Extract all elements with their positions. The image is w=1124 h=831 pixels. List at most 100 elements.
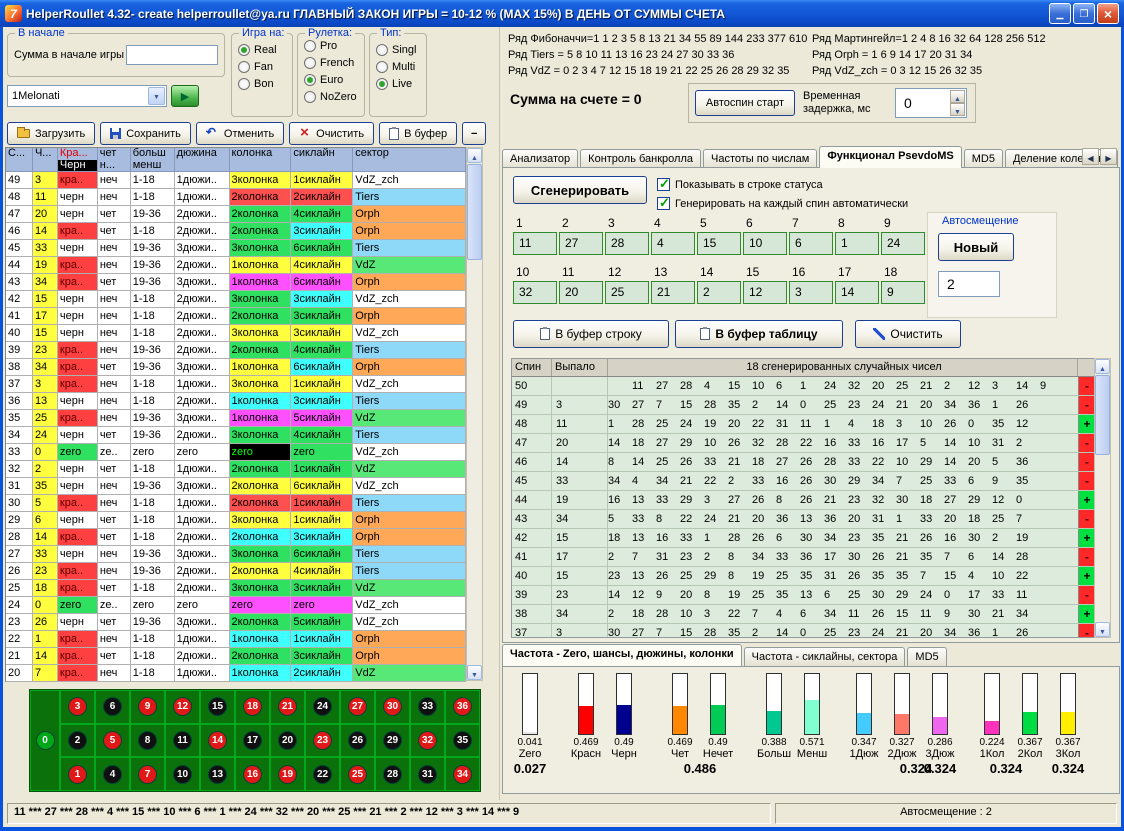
table-row[interactable]: 4811черннеч1-181дюжи..2колонка2сиклайнTi… <box>6 189 466 206</box>
statusline-checkbox-row[interactable]: Показывать в строке статуса <box>657 178 823 191</box>
board-cell-11[interactable]: 11 <box>165 724 200 758</box>
radio-option-Multi[interactable]: Multi <box>376 61 426 73</box>
play-button[interactable] <box>171 85 199 107</box>
generated-number-cell[interactable]: 2 <box>697 281 741 304</box>
scroll-down-icon[interactable] <box>467 665 482 680</box>
toolbar-button-disk[interactable]: Сохранить <box>100 122 191 145</box>
tab-1[interactable]: Анализатор <box>502 149 578 168</box>
close-button[interactable] <box>1097 3 1119 24</box>
board-cell-3[interactable]: 3 <box>60 690 95 724</box>
radio-option-Singl[interactable]: Singl <box>376 44 426 56</box>
table-row[interactable]: 4334кра..чет19-363дюжи..1колонка6сиклайн… <box>6 274 466 291</box>
generated-row[interactable]: 46148142526332118272628332210291420536- <box>512 453 1110 472</box>
board-cell-36[interactable]: 36 <box>445 690 480 724</box>
tab-1[interactable]: Частота - Zero, шансы, дюжины, колонки <box>502 644 742 666</box>
table-row[interactable]: 240zeroze..zerozerozerozeroVdZ_zch <box>6 597 466 614</box>
checkbox-checked-icon[interactable] <box>657 178 670 191</box>
table-row[interactable]: 3135черннеч19-363дюжи..2колонка6сиклайнV… <box>6 478 466 495</box>
table-row[interactable]: 3525кра..неч19-363дюжи..1колонка5сиклайн… <box>6 410 466 427</box>
board-cell-6[interactable]: 6 <box>95 690 130 724</box>
preset-combobox[interactable]: 1Melonati <box>7 85 167 107</box>
table-row[interactable]: 4614кра..чет1-182дюжи..2колонка3сиклайнO… <box>6 223 466 240</box>
table-row[interactable]: 4117черннеч1-182дюжи..2колонка3сиклайнOr… <box>6 308 466 325</box>
generated-table-scrollbar[interactable] <box>1094 358 1111 638</box>
autogenerate-checkbox-row[interactable]: Генерировать на каждый спин автоматическ… <box>657 197 908 210</box>
autoshift-value-input[interactable]: 2 <box>938 271 1000 297</box>
radio-option-Real[interactable]: Real <box>238 44 292 56</box>
table-row[interactable]: 3923кра..неч19-362дюжи..2колонка4сиклайн… <box>6 342 466 359</box>
board-cell-21[interactable]: 21 <box>270 690 305 724</box>
tab-3[interactable]: Частоты по числам <box>703 149 817 168</box>
board-cell-9[interactable]: 9 <box>130 690 165 724</box>
board-cell-24[interactable]: 24 <box>305 690 340 724</box>
new-button[interactable]: Новый <box>938 233 1014 261</box>
board-cell-30[interactable]: 30 <box>375 690 410 724</box>
minimize-button[interactable] <box>1049 3 1071 24</box>
table-row[interactable]: 2733черннеч19-363дюжи..3колонка6сиклайнT… <box>6 546 466 563</box>
table-row[interactable]: 296чернчет1-181дюжи..3колонка1сиклайнOrp… <box>6 512 466 529</box>
clear-generated-button[interactable]: Очистить <box>855 320 961 348</box>
start-sum-input[interactable] <box>126 45 218 65</box>
generated-number-cell[interactable]: 6 <box>789 232 833 255</box>
generated-row[interactable]: 50112728415106124322025212123149- <box>512 377 1110 396</box>
chevron-down-icon[interactable] <box>148 87 165 105</box>
generated-row[interactable]: 48111282524192022311114183102603512+ <box>512 415 1110 434</box>
board-cell-23[interactable]: 23 <box>305 724 340 758</box>
history-scrollbar[interactable] <box>466 147 483 681</box>
board-cell-22[interactable]: 22 <box>305 757 340 791</box>
spinner-down-icon[interactable] <box>950 103 965 116</box>
generated-number-cell[interactable]: 3 <box>789 281 833 304</box>
column-header-spin[interactable]: Спин <box>512 359 552 376</box>
column-header[interactable]: Кра...Черн <box>58 148 98 172</box>
table-row[interactable]: 330zeroze..zerozerozerozeroVdZ_zch <box>6 444 466 461</box>
table-row[interactable]: 207кра..неч1-181дюжи..1колонка2сиклайнVd… <box>6 665 466 682</box>
generated-number-cell[interactable]: 27 <box>559 232 603 255</box>
table-row[interactable]: 221кра..неч1-181дюжи..1колонка1сиклайнOr… <box>6 631 466 648</box>
autospin-start-button[interactable]: Автоспин старт <box>695 90 795 116</box>
table-row[interactable]: 305кра..неч1-181дюжи..2колонка1сиклайнTi… <box>6 495 466 512</box>
board-cell-7[interactable]: 7 <box>130 757 165 791</box>
board-cell-20[interactable]: 20 <box>270 724 305 758</box>
table-row[interactable]: 3424чернчет19-362дюжи..3колонка4сиклайнT… <box>6 427 466 444</box>
board-cell-1[interactable]: 1 <box>60 757 95 791</box>
board-cell-8[interactable]: 8 <box>130 724 165 758</box>
board-cell-34[interactable]: 34 <box>445 757 480 791</box>
board-cell-17[interactable]: 17 <box>235 724 270 758</box>
delay-spinner[interactable]: 0 <box>895 88 967 118</box>
scroll-up-icon[interactable] <box>1095 359 1110 374</box>
board-cell-12[interactable]: 12 <box>165 690 200 724</box>
toolbar-button-folder[interactable]: Загрузить <box>7 122 95 145</box>
board-cell-18[interactable]: 18 <box>235 690 270 724</box>
toolbar-button-undo[interactable]: Отменить <box>196 122 284 145</box>
toolbar-button-clipboard[interactable]: В буфер <box>379 122 457 145</box>
scrollbar-thumb[interactable] <box>1095 375 1110 455</box>
generated-number-cell[interactable]: 20 <box>559 281 603 304</box>
board-cell-14[interactable]: 14 <box>200 724 235 758</box>
column-header[interactable]: дюжина <box>175 148 230 172</box>
column-header-result[interactable] <box>1078 359 1095 376</box>
tab-3[interactable]: MD5 <box>907 647 946 666</box>
radio-option-French[interactable]: French <box>304 57 364 69</box>
radio-option-Fan[interactable]: Fan <box>238 61 292 73</box>
generated-number-cell[interactable]: 11 <box>513 232 557 255</box>
board-cell-19[interactable]: 19 <box>270 757 305 791</box>
radio-option-Bon[interactable]: Bon <box>238 78 292 90</box>
generated-row[interactable]: 49330277152835214025232421203436126- <box>512 396 1110 415</box>
table-row[interactable]: 322чернчет1-181дюжи..2колонка1сиклайнVdZ <box>6 461 466 478</box>
table-row[interactable]: 3834кра..чет19-363дюжи..1колонка6сиклайн… <box>6 359 466 376</box>
board-cell-27[interactable]: 27 <box>340 690 375 724</box>
tab-2[interactable]: Частота - сиклайны, сектора <box>744 647 906 666</box>
board-cell-33[interactable]: 33 <box>410 690 445 724</box>
generated-row[interactable]: 45333443421222331626302934725336935- <box>512 472 1110 491</box>
generated-number-cell[interactable]: 10 <box>743 232 787 255</box>
maximize-button[interactable] <box>1073 3 1095 24</box>
copy-row-button[interactable]: В буфер строку <box>513 320 669 348</box>
table-row[interactable]: 2114кра..чет1-182дюжи..2колонка3сиклайнO… <box>6 648 466 665</box>
generated-number-cell[interactable]: 12 <box>743 281 787 304</box>
generated-number-cell[interactable]: 1 <box>835 232 879 255</box>
column-header[interactable]: С... <box>6 148 33 172</box>
copy-table-button[interactable]: В буфер таблицу <box>675 320 843 348</box>
generated-number-cell[interactable]: 24 <box>881 232 925 255</box>
tab-scroll-right-icon[interactable] <box>1100 148 1117 165</box>
table-row[interactable]: 4015черннеч1-182дюжи..3колонка3сиклайнVd… <box>6 325 466 342</box>
